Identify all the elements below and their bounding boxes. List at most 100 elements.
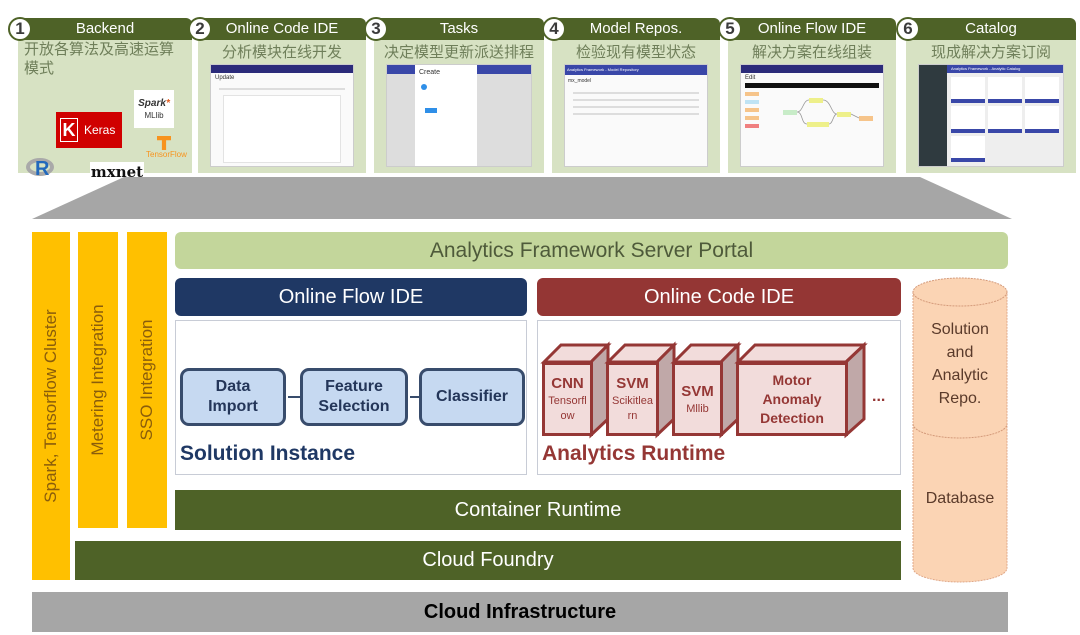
screenshot-topbar [211, 65, 353, 73]
screenshot-line [573, 92, 699, 94]
panel-title: Tasks [439, 20, 479, 37]
module-title: SVM [681, 382, 714, 400]
mllib-label: MLlib [144, 111, 164, 120]
node-label-line: Data [215, 378, 251, 395]
screenshot-title: Edit [745, 75, 756, 81]
cube-front: SVM Scikitlea rn [606, 362, 659, 436]
module-title: Motor Anomaly Detection [760, 371, 824, 426]
step-number-badge: 5 [718, 17, 742, 41]
create-dialog: Create [415, 65, 477, 166]
module-cube-motor-anomaly: Motor Anomaly Detection [734, 341, 868, 439]
next-button [425, 108, 437, 113]
panel-title: Backend [75, 20, 135, 37]
module-cube-svm-mllib: SVM Mllib [670, 341, 742, 439]
screenshot-line [573, 113, 699, 115]
panel-title: Online Code IDE [225, 20, 339, 37]
panel-subtitle: 分析模块在线开发 [221, 43, 342, 61]
node-label-line: Feature [325, 378, 383, 395]
module-sub: Tensorfl ow [548, 395, 587, 422]
cube-front: Motor Anomaly Detection [736, 362, 848, 436]
panel-body: 分析模块在线开发 Update [198, 40, 366, 173]
tensorflow-label: TensorFlow [146, 150, 187, 159]
step-number-badge: 6 [896, 17, 920, 41]
catalog-sidebar [919, 65, 947, 166]
metering-integration-bar: Metering Integration [78, 232, 118, 528]
step-number-badge: 4 [542, 17, 566, 41]
flow-ide-screenshot: Edit [740, 64, 884, 167]
panel-title: Catalog [965, 20, 1017, 37]
flow-node-feature-selection: Feature Selection [300, 368, 408, 426]
panel-subtitle: 决定模型更新派送排程 [383, 43, 534, 61]
panel-tasks: Tasks 3 决定模型更新派送排程 Create [364, 17, 544, 173]
panel-header: Backend [18, 18, 192, 40]
screenshot-topbar [741, 65, 883, 73]
repo-label: Solution and Analytic Repo. [931, 321, 989, 407]
catalog-screenshot: Analytics Framework - Analytic Catalog [918, 64, 1064, 167]
module-sub: Scikitlea rn [612, 395, 653, 422]
tasks-screenshot: Create [386, 64, 532, 167]
container-runtime-bar: Container Runtime [175, 490, 901, 530]
database-label: Database [925, 490, 995, 507]
dialog-title: Create [419, 69, 441, 76]
catalog-card [1025, 77, 1059, 104]
cloud-infrastructure-bar: Cloud Infrastructure [32, 592, 1008, 632]
step-number-badge: 3 [364, 17, 388, 41]
module-cube-svm-scikit: SVM Scikitlea rn [604, 341, 678, 439]
catalog-card [988, 106, 1022, 133]
flow-node-data-import: Data Import [180, 368, 286, 426]
server-portal-bar: Analytics Framework Server Portal [175, 232, 1008, 269]
step-number-badge: 1 [8, 17, 32, 41]
keras-logo: K Keras [56, 112, 122, 148]
panel-body: 解决方案在线组装 Edit [728, 40, 896, 173]
metering-label: Metering Integration [88, 304, 107, 456]
spark-label: Spark* [138, 98, 170, 109]
panel-title: Online Flow IDE [757, 20, 867, 37]
step-dot-icon [421, 84, 427, 90]
panel-online-flow-ide: Online Flow IDE 5 解决方案在线组装 Edit [718, 17, 896, 173]
panel-model-repos: Model Repos. 4 检验现有模型状态 Analytics Framew… [542, 17, 720, 173]
cube-front: SVM Mllib [672, 362, 723, 436]
module-cube-cnn: CNN Tensorfl ow [540, 341, 612, 439]
cluster-label: Spark, Tensorflow Cluster [41, 309, 60, 503]
panel-body: 开放各算法及高速运算 模式 K Keras Spark* MLlib Tenso… [18, 40, 192, 182]
model-repo-screenshot: Analytics Framework - Model Repository m… [564, 64, 708, 167]
module-title: SVM [616, 375, 649, 392]
screenshot-line [219, 88, 345, 90]
keras-k-icon: K [60, 118, 78, 142]
cluster-bar: Spark, Tensorflow Cluster [32, 232, 70, 580]
catalog-card [951, 77, 985, 104]
code-editor-area [223, 95, 341, 163]
code-ide-screenshot: Update [210, 64, 354, 167]
sso-label: SSO Integration [137, 319, 156, 441]
panel-header: Online Code IDE [198, 18, 366, 40]
screenshot-line [573, 99, 699, 101]
screenshot-title: Update [215, 75, 235, 81]
catalog-card [951, 106, 985, 133]
subtitle-line: 模式 [24, 59, 55, 77]
analytics-runtime-caption: Analytics Runtime [542, 442, 726, 465]
more-modules-ellipsis: ... [872, 388, 886, 405]
panel-subtitle: 开放各算法及高速运算 模式 [24, 40, 174, 78]
panel-subtitle: 现成解决方案订阅 [930, 43, 1051, 61]
panel-body: 决定模型更新派送排程 Create [374, 40, 544, 173]
online-code-ide-header: Online Code IDE [537, 278, 901, 316]
panel-body: 现成解决方案订阅 Analytics Framework - Analytic … [906, 40, 1076, 173]
keras-label: Keras [84, 123, 116, 137]
subtitle-line: 开放各算法及高速运算 [24, 40, 175, 58]
flow-node-classifier: Classifier [419, 368, 525, 426]
sso-integration-bar: SSO Integration [127, 232, 167, 528]
catalog-card [988, 77, 1022, 104]
node-label-line: Import [208, 398, 258, 415]
gray-trapezoid-connector [32, 177, 1012, 219]
screenshot-topbar: Analytics Framework - Analytic Catalog [947, 65, 1063, 73]
panel-header: Model Repos. [552, 18, 720, 40]
module-title: CNN [551, 375, 584, 392]
cube-front: CNN Tensorfl ow [542, 362, 593, 436]
model-name: mx_model [568, 78, 592, 84]
panel-subtitle: 检验现有模型状态 [575, 43, 696, 61]
screenshot-line [573, 106, 699, 108]
panel-header: Online Flow IDE [728, 18, 896, 40]
panel-body: 检验现有模型状态 Analytics Framework - Model Rep… [552, 40, 720, 173]
online-flow-ide-header: Online Flow IDE [175, 278, 527, 316]
panel-catalog: Catalog 6 现成解决方案订阅 Analytics Framework -… [896, 17, 1076, 173]
